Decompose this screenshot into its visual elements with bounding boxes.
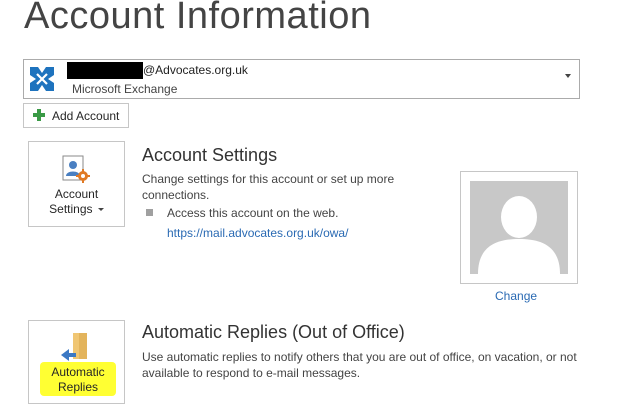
account-settings-button[interactable]: Account Settings: [28, 141, 125, 227]
automatic-replies-tile-label-line1: Automatic: [51, 365, 105, 379]
account-settings-description: Change settings for this account or set …: [142, 172, 395, 202]
account-settings-title: Account Settings: [142, 145, 278, 165]
automatic-replies-description: Use automatic replies to notify others t…: [142, 350, 577, 380]
exchange-icon: [29, 66, 55, 92]
automatic-replies-tile-label[interactable]: Automatic Replies: [40, 365, 116, 395]
chevron-down-icon: [97, 208, 104, 212]
profile-photo: [470, 181, 568, 274]
automatic-replies-title: Automatic Replies (Out of Office): [142, 322, 405, 342]
account-selector[interactable]: @Advocates.org.uk Microsoft Exchange: [23, 59, 580, 99]
chevron-down-icon[interactable]: [565, 74, 571, 78]
change-photo-link[interactable]: Change: [495, 289, 537, 303]
avatar-silhouette-icon: [478, 196, 560, 274]
account-settings-tile-label-line2: Settings: [49, 202, 93, 216]
page-title: Account Information: [24, 0, 372, 37]
account-settings-tile-label-line2-row: Settings: [29, 202, 124, 217]
automatic-replies-icon: [61, 333, 87, 361]
redacted-username: [67, 62, 143, 79]
add-account-label: Add Account: [52, 109, 120, 123]
profile-photo-frame[interactable]: [460, 171, 578, 284]
web-access-text: Access this account on the web.: [167, 206, 339, 220]
account-settings-tile-label-line1: Account: [54, 187, 99, 201]
plus-icon: [33, 109, 45, 121]
owa-link[interactable]: https://mail.advocates.org.uk/owa/: [167, 226, 348, 240]
bullet-icon: [146, 209, 153, 216]
account-domain: @Advocates.org.uk: [143, 63, 248, 77]
account-type: Microsoft Exchange: [72, 82, 178, 96]
automatic-replies-tile-label-line2: Replies: [57, 380, 99, 394]
add-account-button[interactable]: Add Account: [23, 103, 129, 128]
account-settings-icon: [62, 155, 90, 183]
